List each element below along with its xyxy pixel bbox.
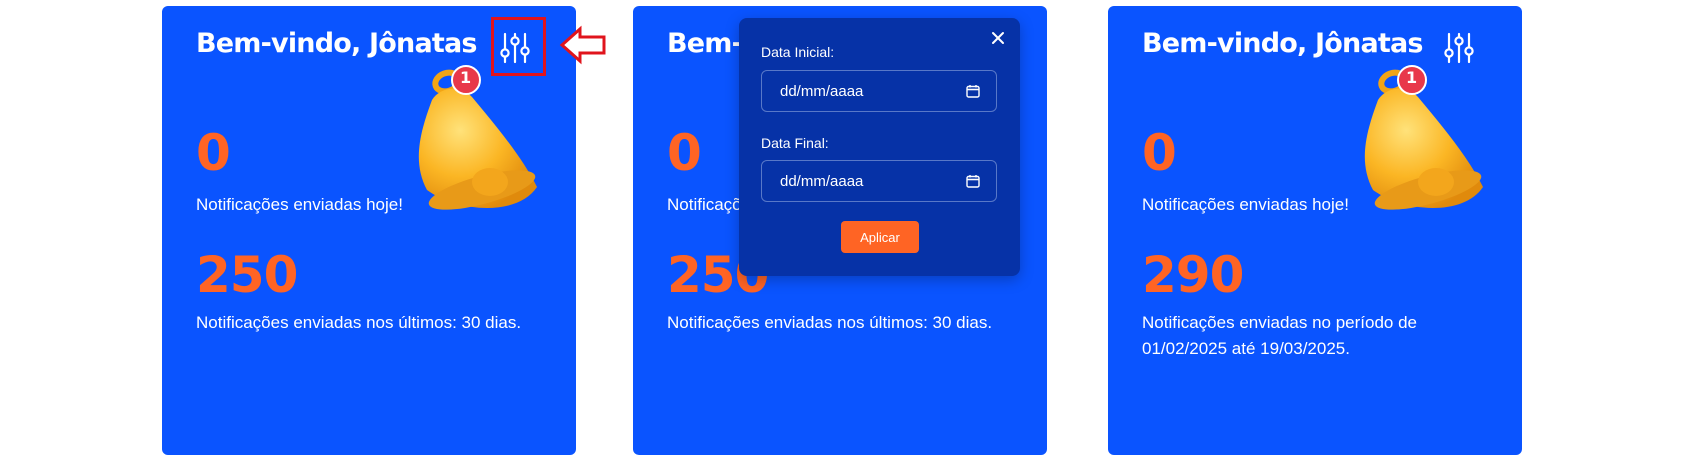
start-date-label: Data Inicial: bbox=[761, 44, 835, 60]
period-count: 290 bbox=[1142, 246, 1244, 304]
welcome-card: Bem-vindo, Jônatas 0 Notificações enviad… bbox=[1108, 6, 1522, 455]
date-filter-popup: Data Inicial: dd/mm/aaaa Data Final: dd/… bbox=[739, 18, 1020, 276]
period-label: Notificações enviadas nos últimos: 30 di… bbox=[196, 313, 522, 332]
start-date-input[interactable]: dd/mm/aaaa bbox=[761, 70, 997, 112]
calendar-icon[interactable] bbox=[966, 84, 980, 98]
close-icon[interactable] bbox=[988, 28, 1008, 48]
bell-icon: 1 bbox=[1348, 62, 1498, 227]
today-count: 0 bbox=[196, 124, 231, 182]
period-label: Notificações enviadas no período de 01/0… bbox=[1142, 313, 1418, 358]
period-label: Notificações enviadas nos últimos: 30 di… bbox=[667, 313, 993, 332]
end-date-label: Data Final: bbox=[761, 135, 829, 151]
apply-button[interactable]: Aplicar bbox=[841, 221, 919, 253]
end-date-input[interactable]: dd/mm/aaaa bbox=[761, 160, 997, 202]
notification-badge: 1 bbox=[1406, 68, 1418, 87]
end-date-placeholder: dd/mm/aaaa bbox=[780, 172, 864, 190]
arrow-left-icon bbox=[558, 25, 608, 70]
card-title: Bem-vindo, Jônatas bbox=[1142, 28, 1423, 59]
start-date-placeholder: dd/mm/aaaa bbox=[780, 82, 864, 100]
period-count: 250 bbox=[196, 246, 298, 304]
bell-icon: 1 bbox=[402, 62, 552, 227]
today-label: Notificações enviadas hoje! bbox=[196, 195, 403, 214]
calendar-icon[interactable] bbox=[966, 174, 980, 188]
today-count: 0 bbox=[667, 124, 702, 182]
highlight-box bbox=[491, 17, 546, 76]
today-count: 0 bbox=[1142, 124, 1177, 182]
notification-badge: 1 bbox=[460, 68, 472, 87]
today-label: Notificações enviadas hoje! bbox=[1142, 195, 1349, 214]
card-title: Bem-vindo, Jônatas bbox=[196, 28, 477, 59]
